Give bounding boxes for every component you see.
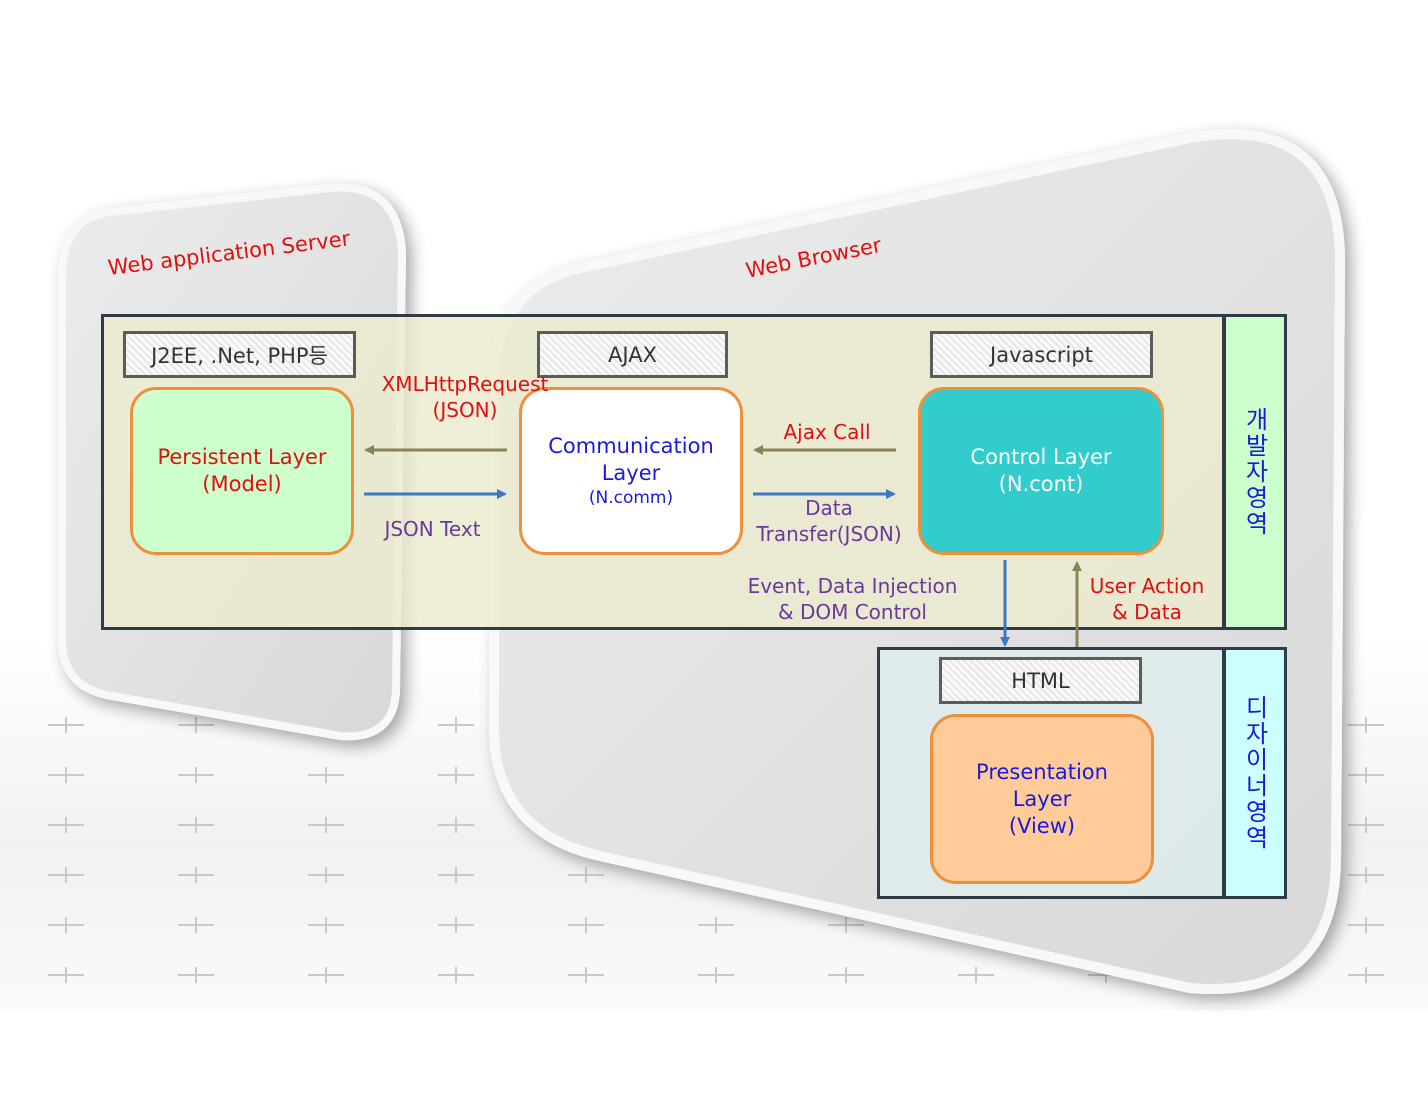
label-xmlhttprequest-line2: (JSON) bbox=[432, 398, 498, 422]
label-xmlhttprequest-line1: XMLHttpRequest bbox=[381, 372, 549, 396]
label-data-transfer: Data Transfer(JSON) bbox=[748, 495, 910, 547]
label-data-transfer-line2: Transfer(JSON) bbox=[756, 522, 902, 546]
label-event-injection-line2: & DOM Control bbox=[777, 600, 927, 624]
label-event-injection-line1: Event, Data Injection bbox=[747, 574, 958, 598]
label-json-text: JSON Text bbox=[384, 517, 481, 541]
label-xmlhttprequest: XMLHttpRequest (JSON) bbox=[340, 371, 590, 423]
label-data-transfer-line1: Data bbox=[805, 496, 853, 520]
label-user-action: User Action & Data bbox=[1082, 573, 1212, 625]
arrows-layer bbox=[364, 445, 1082, 647]
label-ajax-call: Ajax Call bbox=[783, 420, 871, 444]
label-user-action-line2: & Data bbox=[1112, 600, 1182, 624]
label-user-action-line1: User Action bbox=[1089, 574, 1205, 598]
label-event-injection: Event, Data Injection & DOM Control bbox=[740, 573, 965, 625]
